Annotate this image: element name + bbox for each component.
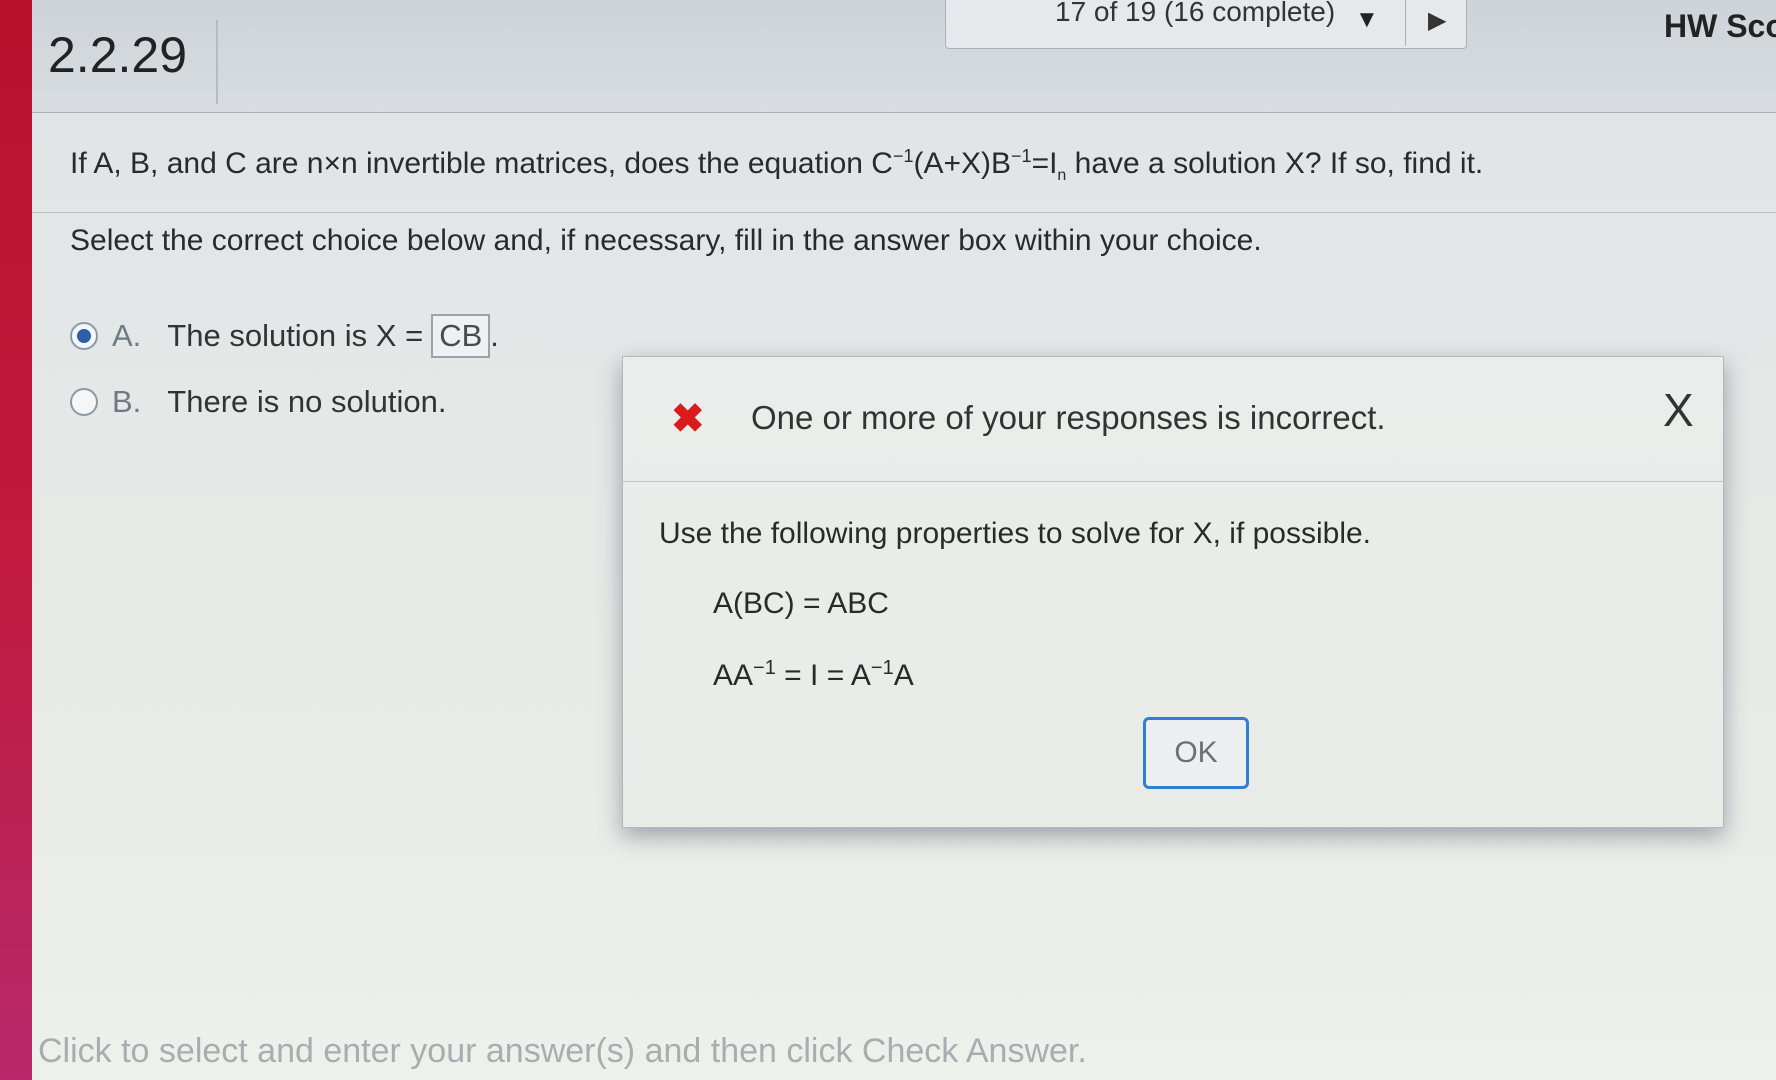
- hw-score-label: HW Sco: [1664, 8, 1776, 44]
- question-header: [32, 0, 1776, 113]
- answer-box[interactable]: CB: [431, 314, 491, 358]
- question-number: 2.2.29: [48, 27, 188, 83]
- radio-choice-a[interactable]: [70, 322, 98, 350]
- feedback-dialog: ✖ One or more of your responses is incor…: [622, 356, 1724, 828]
- prop2-sup1: −1: [753, 657, 776, 679]
- instruction-text: Select the correct choice below and, if …: [70, 224, 1262, 257]
- divider: [32, 212, 1776, 213]
- footer-instruction: Click to select and enter your answer(s)…: [38, 1032, 1087, 1070]
- choice-text: The solution is X =: [167, 318, 424, 353]
- dialog-title: One or more of your responses is incorre…: [751, 399, 1386, 436]
- progress-text[interactable]: 17 of 19 (16 complete): [1055, 0, 1335, 28]
- choice-a[interactable]: A. The solution is X = CB .: [70, 314, 499, 358]
- question-text-post: have a solution X? If so, find it.: [1066, 147, 1484, 180]
- prop2-c: A: [893, 659, 914, 692]
- play-right-icon: ▶: [1428, 7, 1447, 34]
- prop2-sup2: −1: [870, 657, 894, 679]
- chevron-down-icon[interactable]: ▼: [1355, 6, 1379, 34]
- question-sup1: −1: [892, 146, 914, 166]
- question-text: If A, B, and C are n×n invertible matric…: [70, 146, 1483, 185]
- question-sub: n: [1057, 167, 1067, 184]
- question-text-pre: If A, B, and C are n×n invertible matric…: [70, 147, 893, 180]
- radio-choice-b[interactable]: [70, 388, 98, 416]
- prop2-a: AA: [713, 659, 754, 692]
- next-question-button[interactable]: ▶: [1405, 0, 1464, 46]
- question-sup2: −1: [1011, 146, 1032, 166]
- choice-trailing: .: [490, 318, 499, 353]
- prop2-b: = I = A: [775, 659, 871, 692]
- left-accent-bar: [0, 0, 32, 1080]
- hint-text: Use the following properties to solve fo…: [659, 517, 1372, 550]
- choice-b[interactable]: B. There is no solution.: [70, 384, 446, 420]
- choice-letter: A.: [112, 318, 142, 353]
- choice-text: There is no solution.: [167, 384, 447, 419]
- property-associative: A(BC) = ABC: [713, 587, 889, 620]
- error-x-icon: ✖: [671, 397, 705, 441]
- question-text-eq: =I: [1031, 147, 1058, 180]
- choice-letter: B.: [112, 384, 142, 419]
- close-button[interactable]: X: [1663, 387, 1694, 433]
- question-text-mid: (A+X)B: [913, 147, 1012, 180]
- ok-button[interactable]: OK: [1143, 717, 1249, 789]
- property-inverse: AA−1 = I = A−1A: [713, 657, 914, 693]
